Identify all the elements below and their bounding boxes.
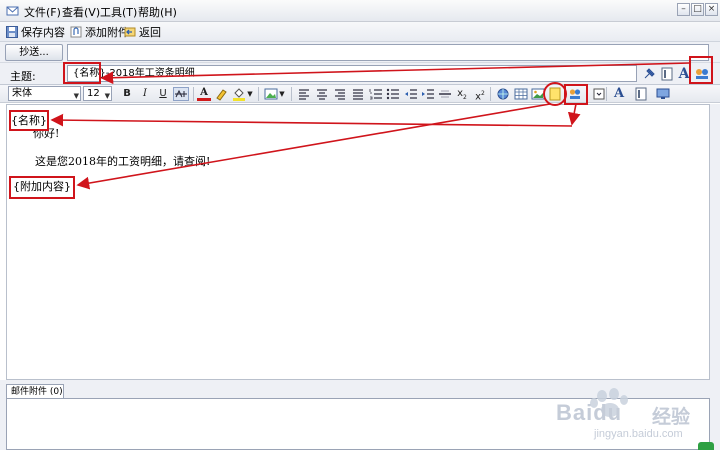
action-toolbar: 保存内容 添加附件 返回 [0, 22, 720, 42]
format-toolbar: 宋体 ▼ 12 ▼ B I U A ▼ ▼ x2 x2 A [0, 85, 720, 103]
picture-icon[interactable] [531, 87, 545, 101]
chevron-down-icon: ▼ [104, 92, 110, 100]
save-button[interactable]: 保存内容 [6, 24, 65, 40]
menu-file[interactable]: 文件(F) [24, 4, 61, 20]
font-size-select[interactable]: 12 ▼ [83, 86, 112, 101]
app-icon [6, 4, 19, 17]
scrollbar[interactable] [710, 104, 720, 380]
message-body-editor[interactable]: 你好! 这是您2018年的工资明细，请查阅! [6, 104, 710, 380]
paperclip-icon [70, 26, 82, 38]
add-attachment-label: 添加附件 [85, 26, 129, 39]
minimize-button[interactable]: – [677, 3, 690, 16]
menu-tools[interactable]: 工具(T) [100, 4, 137, 20]
form-icon[interactable] [592, 87, 606, 101]
insert-field-icon[interactable] [694, 66, 710, 82]
chevron-down-icon: ▼ [73, 92, 79, 100]
add-attachment-button[interactable]: 添加附件 [70, 24, 129, 40]
table-icon[interactable] [514, 87, 528, 101]
toolbar-separator [291, 87, 292, 101]
cc-input[interactable] [67, 44, 709, 61]
back-icon [124, 26, 136, 38]
align-center-icon[interactable] [315, 87, 329, 101]
subject-label: 主题: [10, 70, 36, 83]
font-color-icon[interactable]: A [197, 87, 211, 101]
toolbar-separator [193, 87, 194, 101]
save-icon [6, 26, 18, 38]
menu-bar: 文件(F) 查看(V) 工具(T) 帮助(H) – □ × [0, 0, 720, 22]
baidu-watermark: Baidu 经验 jingyan.baidu.com [556, 384, 716, 446]
menu-view[interactable]: 查看(V) [62, 4, 100, 20]
toolbar-separator [258, 87, 259, 101]
link-icon[interactable] [496, 87, 510, 101]
subscript-icon[interactable]: x2 [455, 87, 469, 101]
fill-color-icon[interactable] [232, 87, 246, 101]
menu-help[interactable]: 帮助(H) [138, 4, 177, 20]
maximize-button[interactable]: □ [691, 3, 704, 16]
horizontal-rule-icon[interactable] [438, 87, 452, 101]
bold-icon[interactable]: B [120, 87, 134, 101]
watermark-url: jingyan.baidu.com [594, 428, 683, 440]
align-left-icon[interactable] [297, 87, 311, 101]
align-right-icon[interactable] [333, 87, 347, 101]
outdent-icon[interactable] [404, 87, 418, 101]
italic-icon[interactable]: I [138, 87, 152, 101]
back-label: 返回 [139, 26, 161, 39]
cc-button[interactable]: 抄送... [5, 44, 63, 61]
cc-row: 抄送... [0, 42, 720, 63]
font-name-select[interactable]: 宋体 ▼ [8, 86, 81, 101]
toolbar-separator [606, 87, 607, 101]
name-tag-label: {名称} [9, 110, 49, 131]
font-style-icon[interactable]: A [612, 87, 626, 101]
attachments-tab[interactable]: 邮件附件 (0) [6, 384, 64, 399]
font-style-icon[interactable]: A [676, 66, 692, 82]
chevron-down-icon[interactable]: ▼ [246, 87, 254, 101]
superscript-icon[interactable]: x2 [473, 87, 487, 102]
back-button[interactable]: 返回 [124, 24, 161, 40]
close-button[interactable]: × [705, 3, 718, 16]
preview-icon[interactable] [656, 87, 670, 101]
font-size-value: 12 [87, 88, 100, 99]
page-layout-icon[interactable] [634, 87, 648, 101]
underline-icon[interactable]: U [156, 87, 170, 101]
corner-status-icon [698, 442, 714, 450]
subject-input[interactable]: {名称}-2018年工资条明细 [67, 65, 637, 82]
bulleted-list-icon[interactable] [386, 87, 400, 101]
template-icon[interactable] [659, 66, 675, 82]
save-label: 保存内容 [21, 26, 65, 39]
extra-content-tag-label: {附加内容} [9, 176, 75, 199]
toolbar-separator [490, 87, 491, 101]
font-name-value: 宋体 [12, 88, 32, 99]
watermark-brand-cn: 经验 [652, 406, 691, 428]
indent-icon[interactable] [421, 87, 435, 101]
insert-image-icon[interactable] [264, 87, 278, 101]
insert-field-icon[interactable] [568, 87, 582, 101]
justify-icon[interactable] [351, 87, 365, 101]
pin-icon[interactable] [641, 66, 657, 82]
message-text: 这是您2018年的工资明细，请查阅! [35, 155, 211, 168]
note-icon[interactable] [548, 87, 562, 101]
watermark-brand: Baidu [556, 400, 623, 425]
highlighter-icon[interactable] [214, 87, 228, 101]
strikethrough-icon[interactable] [173, 87, 189, 101]
chevron-down-icon[interactable]: ▼ [278, 87, 286, 101]
numbered-list-icon[interactable] [369, 87, 383, 101]
subject-row: 主题: {名称}-2018年工资条明细 A [0, 63, 720, 85]
